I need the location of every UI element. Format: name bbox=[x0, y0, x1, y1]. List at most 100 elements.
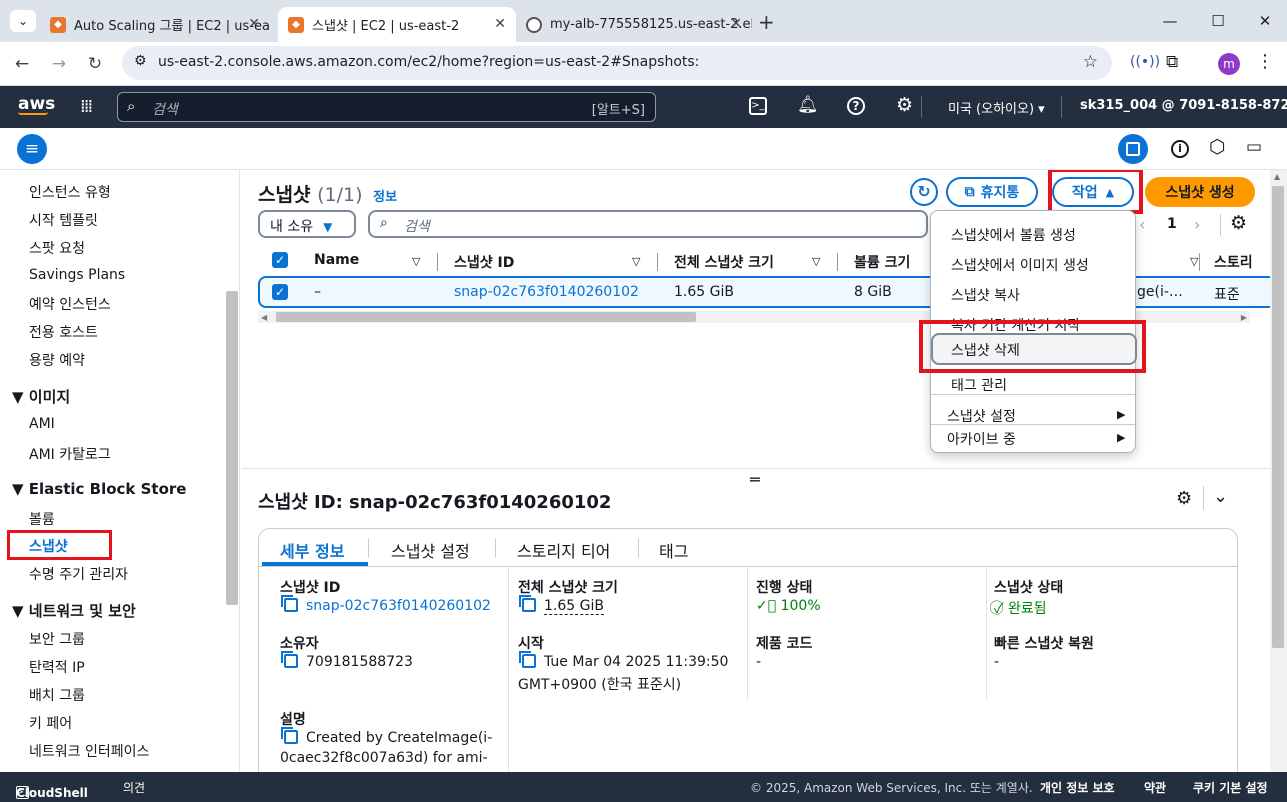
tab-search-button[interactable]: ⌄ bbox=[10, 10, 36, 32]
main-vertical-scrollbar[interactable]: ▲ bbox=[1270, 170, 1287, 772]
sidebar-item-placement-groups[interactable]: 배치 그룹 bbox=[29, 685, 85, 705]
collapse-chevron-icon[interactable]: ⌄ bbox=[1213, 486, 1228, 507]
tab-storage-tier[interactable]: 스토리지 티어 bbox=[517, 538, 610, 562]
refresh-button[interactable]: ↻ bbox=[910, 178, 938, 206]
cloudshell-icon[interactable]: >_ bbox=[749, 97, 767, 115]
extension-icon[interactable]: ((•)) bbox=[1130, 54, 1160, 70]
sidebar-item-reserved-instances[interactable]: 예약 인스턴스 bbox=[29, 294, 111, 314]
services-grid-icon[interactable]: ⁞⁞⁞ bbox=[80, 96, 93, 117]
row-checkbox[interactable]: ✓ bbox=[272, 284, 288, 300]
column-header-volume-size[interactable]: 볼륨 크기 bbox=[854, 252, 910, 272]
browser-tab-autoscaling[interactable]: ◆ Auto Scaling 그룹 | EC2 | us-ea ✕ bbox=[40, 7, 270, 42]
bell-icon[interactable]: 🔔︎ bbox=[797, 95, 819, 115]
column-header-full-size[interactable]: 전체 스냅샷 크기 bbox=[674, 252, 774, 272]
new-tab-button[interactable]: + bbox=[758, 10, 775, 34]
panel-toggle-icon[interactable] bbox=[1118, 134, 1148, 164]
sidebar-item-security-groups[interactable]: 보안 그룹 bbox=[29, 629, 85, 649]
sidebar-item-capacity-reservations[interactable]: 용량 예약 bbox=[29, 350, 85, 370]
close-tab-icon[interactable]: ✕ bbox=[248, 16, 260, 32]
sidebar-item-dedicated-hosts[interactable]: 전용 호스트 bbox=[29, 322, 98, 342]
help-icon[interactable]: ? bbox=[847, 97, 865, 115]
menu-item-archiving[interactable]: 아카이브 중 bbox=[947, 429, 1016, 449]
menu-dots-icon[interactable]: ⋮ bbox=[1256, 51, 1274, 72]
select-all-checkbox[interactable]: ✓ bbox=[272, 252, 288, 268]
region-selector[interactable]: 미국 (오하이오) ▾ bbox=[948, 98, 1045, 117]
sidebar-item-ami[interactable]: AMI bbox=[29, 416, 55, 432]
feedback-link[interactable]: 의견 bbox=[123, 779, 145, 796]
cookie-preferences-link[interactable]: 쿠키 기본 설정 bbox=[1193, 779, 1268, 796]
bookmark-star-icon[interactable]: ☆ bbox=[1083, 52, 1098, 72]
minimize-icon[interactable]: — bbox=[1150, 8, 1190, 34]
sidebar-item-instance-types[interactable]: 인스턴스 유형 bbox=[29, 182, 111, 202]
menu-item-create-image[interactable]: 스냅샷에서 이미지 생성 bbox=[951, 255, 1089, 275]
info-link[interactable]: 정보 bbox=[373, 190, 397, 205]
close-window-icon[interactable]: ✕ bbox=[1245, 8, 1285, 34]
address-bar[interactable]: ⚙ us-east-2.console.aws.amazon.com/ec2/h… bbox=[122, 46, 1112, 80]
sort-icon[interactable]: ▽ bbox=[812, 255, 820, 268]
prev-page-icon[interactable]: ‹ bbox=[1139, 215, 1145, 234]
sort-icon[interactable]: ▽ bbox=[632, 255, 640, 268]
column-header-name[interactable]: Name bbox=[314, 252, 359, 268]
site-settings-icon[interactable]: ⚙ bbox=[134, 53, 147, 69]
hexagon-icon[interactable]: ⬡ bbox=[1209, 136, 1226, 158]
menu-item-manage-tags[interactable]: 태그 관리 bbox=[951, 375, 1007, 395]
menu-item-copy-snapshot[interactable]: 스냅샷 복사 bbox=[951, 285, 1020, 305]
next-page-icon[interactable]: › bbox=[1194, 215, 1200, 234]
sidebar-item-spot-requests[interactable]: 스팟 요청 bbox=[29, 238, 85, 258]
maximize-icon[interactable]: ☐ bbox=[1198, 8, 1238, 34]
copy-icon[interactable] bbox=[281, 651, 298, 668]
sidebar-section-images[interactable]: ▼ 이미지 bbox=[12, 386, 70, 407]
feedback-screen-icon[interactable]: ▭ bbox=[1246, 137, 1262, 157]
owner-filter-select[interactable]: 내 소유 ▼ bbox=[258, 210, 356, 238]
column-header-snapshot-id[interactable]: 스냅샷 ID bbox=[454, 252, 514, 272]
browser-tab-alb[interactable]: my-alb-775558125.us-east-2.el ✕ bbox=[516, 7, 752, 42]
sort-icon[interactable]: ▽ bbox=[412, 255, 420, 268]
terms-link[interactable]: 약관 bbox=[1144, 779, 1166, 796]
sidebar-item-lifecycle-manager[interactable]: 수명 주기 관리자 bbox=[29, 564, 128, 584]
recycle-bin-button[interactable]: ⧉ 휴지통 bbox=[946, 177, 1038, 207]
column-header-storage-tier[interactable]: 스토리 bbox=[1214, 252, 1253, 272]
account-menu[interactable]: sk315_004 @ 7091-8158-8723 ▾ bbox=[1080, 98, 1287, 113]
info-icon[interactable]: i bbox=[1171, 140, 1189, 158]
close-tab-icon[interactable]: ✕ bbox=[730, 16, 742, 32]
split-panel-resize-handle[interactable]: ═ bbox=[750, 470, 760, 489]
aws-search-input[interactable]: ⌕ 검색 [알트+S] bbox=[117, 92, 656, 122]
privacy-link[interactable]: 개인 정보 보호 bbox=[1040, 779, 1115, 796]
reload-icon[interactable]: ↻ bbox=[83, 52, 107, 76]
value-snapshot-id[interactable]: snap-02c763f0140260102 bbox=[281, 595, 491, 614]
sidebar-section-ebs[interactable]: ▼ Elastic Block Store bbox=[12, 480, 186, 498]
sidebar-scrollbar[interactable] bbox=[226, 291, 238, 605]
aws-logo[interactable]: aws bbox=[18, 94, 55, 115]
sidebar-item-elastic-ips[interactable]: 탄력적 IP bbox=[29, 657, 85, 677]
table-settings-gear-icon[interactable]: ⚙ bbox=[1230, 212, 1247, 234]
snapshot-search-input[interactable]: ⌕ 검색 bbox=[368, 210, 928, 238]
page-number[interactable]: 1 bbox=[1167, 216, 1177, 232]
tab-snapshot-settings[interactable]: 스냅샷 설정 bbox=[391, 538, 470, 562]
hamburger-menu-icon[interactable]: ≡ bbox=[17, 134, 47, 164]
copy-icon[interactable] bbox=[519, 651, 536, 668]
copy-icon[interactable] bbox=[281, 595, 298, 612]
sort-icon[interactable]: ▽ bbox=[1190, 255, 1198, 268]
tab-tags[interactable]: 태그 bbox=[659, 538, 688, 562]
sidebar-item-volumes[interactable]: 볼륨 bbox=[29, 509, 55, 529]
settings-gear-icon[interactable]: ⚙ bbox=[896, 94, 913, 116]
forward-arrow-icon[interactable]: → bbox=[47, 52, 71, 76]
detail-settings-gear-icon[interactable]: ⚙ bbox=[1176, 488, 1192, 509]
copy-icon[interactable] bbox=[519, 595, 536, 612]
create-snapshot-button[interactable]: 스냅샷 생성 bbox=[1145, 177, 1255, 207]
sidebar-item-ami-catalog[interactable]: AMI 카탈로그 bbox=[29, 444, 111, 464]
sidebar-item-key-pairs[interactable]: 키 페어 bbox=[29, 713, 72, 733]
row-snapshot-id-link[interactable]: snap-02c763f0140260102 bbox=[454, 284, 639, 300]
sidebar-item-savings-plans[interactable]: Savings Plans bbox=[29, 267, 125, 283]
copy-icon[interactable] bbox=[281, 727, 298, 744]
sidebar-item-network-interfaces[interactable]: 네트워크 인터페이스 bbox=[29, 741, 149, 761]
menu-item-create-volume[interactable]: 스냅샷에서 볼륨 생성 bbox=[951, 225, 1076, 245]
avatar[interactable]: m bbox=[1218, 53, 1240, 75]
back-arrow-icon[interactable]: ← bbox=[10, 52, 34, 76]
browser-tab-snapshots[interactable]: ◆ 스냅샷 | EC2 | us-east-2 ✕ bbox=[278, 7, 516, 42]
puzzle-icon[interactable]: ⧉ bbox=[1166, 52, 1178, 72]
tab-details[interactable]: 세부 정보 bbox=[280, 538, 344, 562]
sidebar-item-launch-templates[interactable]: 시작 템플릿 bbox=[29, 210, 98, 230]
close-tab-icon[interactable]: ✕ bbox=[494, 16, 506, 32]
sidebar-section-network[interactable]: ▼ 네트워크 및 보안 bbox=[12, 600, 136, 621]
